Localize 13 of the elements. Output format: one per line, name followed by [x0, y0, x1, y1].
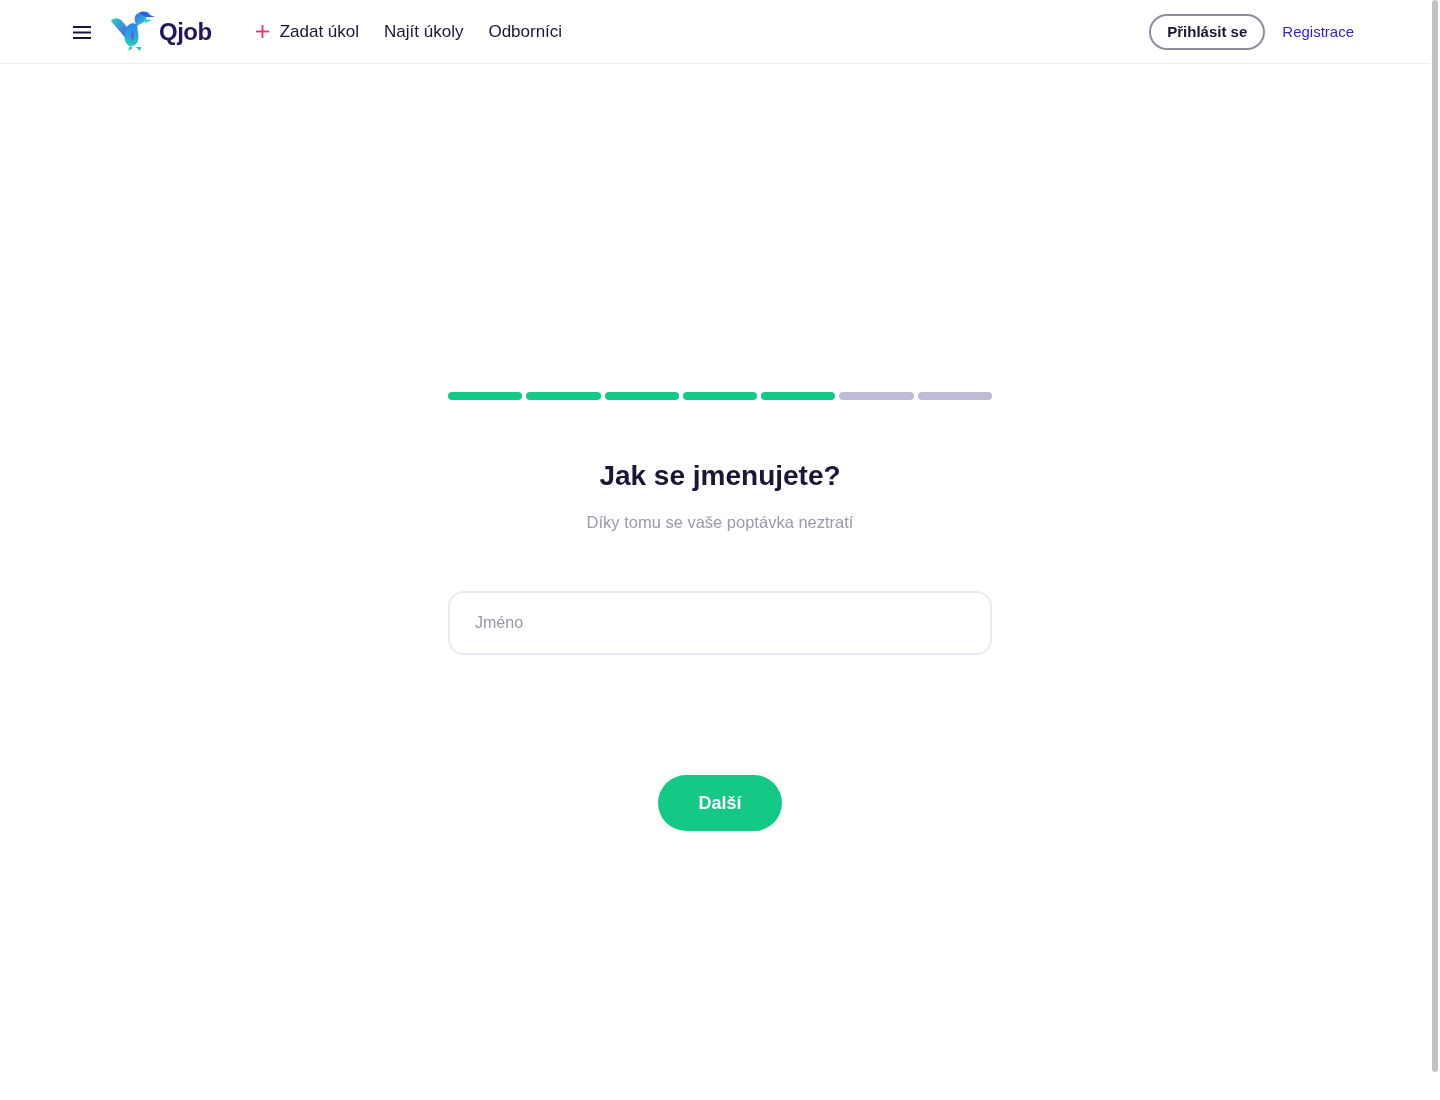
register-link[interactable]: Registrace	[1282, 23, 1354, 40]
nav-link[interactable]: Odborníci	[488, 21, 563, 42]
plus-icon	[255, 25, 269, 38]
logo-link[interactable]: Qjob	[110, 11, 212, 52]
name-input-field[interactable]: Jméno	[448, 591, 992, 655]
nav-link[interactable]: Zadat úkol	[255, 21, 360, 42]
login-button[interactable]: Přihlásit se	[1149, 13, 1266, 50]
question-subtitle: Díky tomu se vaše poptávka neztratí	[586, 512, 854, 533]
bird-logo-icon	[110, 11, 156, 52]
nav-link[interactable]: Najít úkoly	[384, 21, 464, 42]
question-heading: Jak se jmenujete?	[599, 459, 841, 493]
menu-icon[interactable]	[73, 25, 91, 39]
scrollbar-thumb[interactable]	[1432, 0, 1438, 1072]
